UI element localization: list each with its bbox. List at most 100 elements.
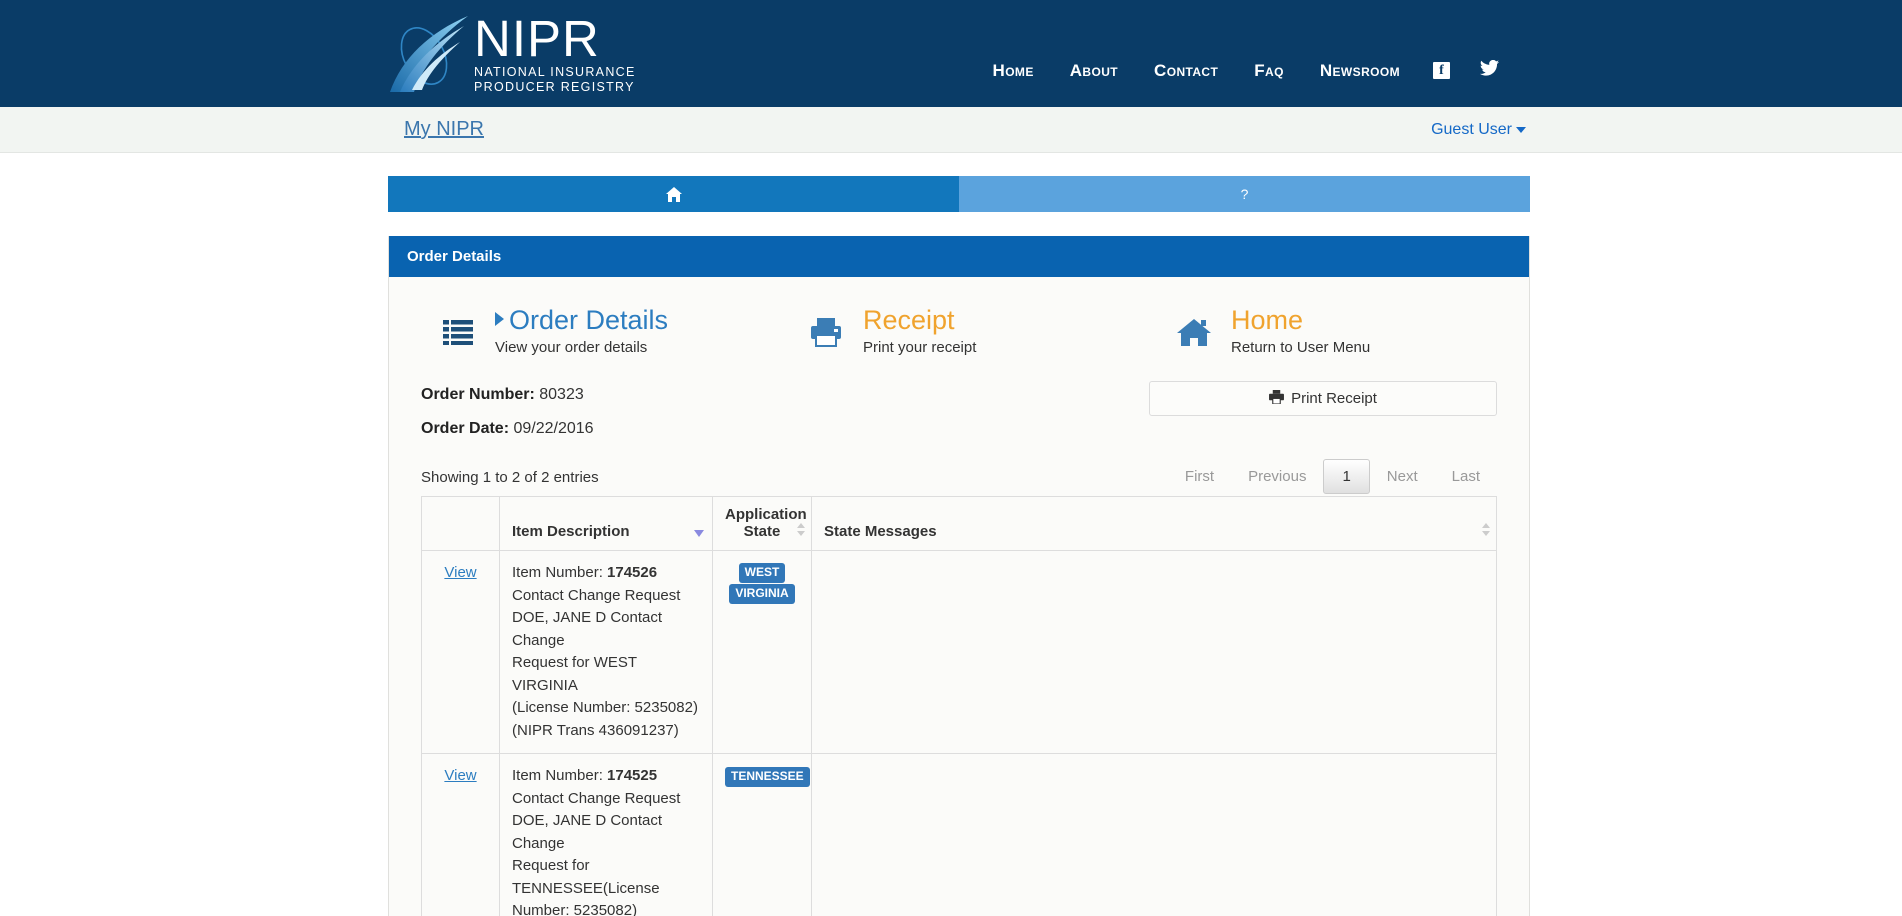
description-line: Contact Change Request bbox=[512, 789, 681, 807]
print-receipt-label: Print Receipt bbox=[1291, 390, 1377, 407]
action-receipt-title: Receipt bbox=[863, 305, 955, 335]
order-number-label: Order Number: bbox=[421, 386, 535, 403]
site-header: NIPR NATIONAL INSURANCE PRODUCER REGISTR… bbox=[0, 0, 1902, 107]
description-line: Number: 5235082) bbox=[512, 902, 638, 916]
nipr-tagline-line2: PRODUCER REGISTRY bbox=[474, 79, 635, 94]
row-view-cell: View bbox=[421, 753, 500, 916]
pagination-page-1[interactable]: 1 bbox=[1323, 459, 1370, 494]
description-line: (NIPR Trans 436091237) bbox=[512, 721, 679, 739]
pagination-next[interactable]: Next bbox=[1370, 459, 1435, 494]
chevron-down-icon bbox=[1516, 126, 1526, 133]
action-receipt[interactable]: Receipt Print your receipt bbox=[803, 305, 1171, 358]
action-shortcuts: Order Details View your order details Re… bbox=[407, 277, 1511, 376]
action-order-details[interactable]: Order Details View your order details bbox=[435, 305, 803, 358]
content-container: ? Order Details Order Details View your … bbox=[388, 176, 1530, 916]
user-menu[interactable]: Guest User bbox=[1431, 121, 1526, 139]
column-header-item-description[interactable]: Item Description bbox=[499, 496, 713, 551]
twitter-link[interactable] bbox=[1465, 59, 1514, 81]
datatable-top-controls: Showing 1 to 2 of 2 entries First Previo… bbox=[407, 454, 1511, 496]
my-nipr-link[interactable]: My NIPR bbox=[404, 118, 484, 141]
item-number-value: 174525 bbox=[607, 767, 658, 784]
list-icon bbox=[435, 319, 481, 345]
twitter-icon bbox=[1480, 59, 1499, 81]
row-view-cell: View bbox=[421, 550, 500, 754]
nav-contact[interactable]: Contact bbox=[1136, 61, 1236, 81]
table-row: View Item Number: 174526 Contact Change … bbox=[421, 550, 1497, 754]
nipr-swoosh-icon bbox=[386, 12, 472, 96]
user-menu-label: Guest User bbox=[1431, 121, 1512, 138]
pagination: First Previous 1 Next Last bbox=[1168, 459, 1497, 494]
main-navigation: Home About Contact FAQ Newsroom f bbox=[975, 59, 1515, 81]
nipr-wordmark: NIPR bbox=[474, 9, 600, 67]
status-badge: TENNESSEE bbox=[725, 767, 810, 787]
state-badge-group: WEST VIRGINIA bbox=[729, 562, 795, 604]
action-order-details-text: Order Details View your order details bbox=[495, 305, 668, 358]
tab-help[interactable]: ? bbox=[959, 176, 1530, 212]
order-date-line: Order Date: 09/22/2016 bbox=[421, 420, 1511, 438]
action-home-title: Home bbox=[1231, 305, 1304, 335]
description-line: DOE, JANE D Contact Change bbox=[512, 609, 663, 649]
status-badge: WEST bbox=[738, 563, 786, 583]
column-header-view[interactable] bbox=[421, 496, 500, 551]
pagination-previous[interactable]: Previous bbox=[1231, 459, 1323, 494]
printer-icon bbox=[1269, 389, 1285, 408]
column-header-state-messages-label: State Messages bbox=[824, 523, 937, 540]
column-header-state-messages[interactable]: State Messages bbox=[811, 496, 1497, 551]
action-receipt-subtitle: Print your receipt bbox=[863, 339, 977, 356]
view-link[interactable]: View bbox=[444, 564, 476, 581]
printer-icon bbox=[803, 317, 849, 347]
order-items-table: Item Description Application State State… bbox=[421, 496, 1497, 916]
row-application-state-cell: TENNESSEE bbox=[712, 753, 812, 916]
view-link[interactable]: View bbox=[444, 767, 476, 784]
nipr-tagline-line1: NATIONAL INSURANCE bbox=[474, 64, 636, 79]
table-body: View Item Number: 174526 Contact Change … bbox=[421, 550, 1497, 916]
action-receipt-text: Receipt Print your receipt bbox=[863, 305, 976, 358]
table-row: View Item Number: 174525 Contact Change … bbox=[421, 753, 1497, 916]
row-application-state-cell: WEST VIRGINIA bbox=[712, 550, 812, 754]
action-home[interactable]: Home Return to User Menu bbox=[1171, 305, 1370, 358]
column-header-application-state-label: Application State bbox=[725, 506, 807, 540]
order-number-value: 80323 bbox=[539, 386, 584, 403]
order-date-label: Order Date: bbox=[421, 420, 510, 437]
panel-body: Order Details View your order details Re… bbox=[389, 277, 1529, 916]
triangle-right-icon bbox=[495, 312, 504, 326]
panel-title: Order Details bbox=[389, 236, 1529, 277]
nav-about[interactable]: About bbox=[1052, 61, 1136, 81]
tab-home[interactable] bbox=[388, 176, 959, 212]
my-nipr-bar: My NIPR Guest User bbox=[0, 107, 1902, 153]
facebook-icon: f bbox=[1433, 62, 1450, 79]
action-order-details-title: Order Details bbox=[495, 305, 668, 335]
facebook-link[interactable]: f bbox=[1418, 62, 1465, 79]
print-receipt-button[interactable]: Print Receipt bbox=[1149, 381, 1497, 416]
row-item-description-cell: Item Number: 174526 Contact Change Reque… bbox=[499, 550, 713, 754]
nav-newsroom[interactable]: Newsroom bbox=[1302, 61, 1418, 81]
row-state-messages-cell bbox=[811, 753, 1497, 916]
home-icon bbox=[1171, 317, 1217, 347]
table-header-row: Item Description Application State State… bbox=[421, 496, 1497, 551]
pagination-last[interactable]: Last bbox=[1435, 459, 1497, 494]
description-line: Request for WEST VIRGINIA bbox=[512, 654, 637, 694]
description-line: (License Number: 5235082) bbox=[512, 699, 698, 716]
nipr-logo[interactable]: NIPR NATIONAL INSURANCE PRODUCER REGISTR… bbox=[386, 4, 636, 103]
column-header-application-state[interactable]: Application State bbox=[712, 496, 812, 551]
description-line: DOE, JANE D Contact Change bbox=[512, 812, 663, 852]
home-icon bbox=[665, 186, 682, 202]
order-date-value: 09/22/2016 bbox=[513, 420, 594, 437]
order-details-panel: Order Details Order Details View your or… bbox=[388, 236, 1530, 916]
nav-faq[interactable]: FAQ bbox=[1236, 61, 1302, 81]
sort-descending-icon bbox=[694, 530, 704, 537]
item-number-value: 174526 bbox=[607, 564, 658, 581]
order-info: Order Number: 80323 Order Date: 09/22/20… bbox=[407, 376, 1511, 454]
row-state-messages-cell bbox=[811, 550, 1497, 754]
item-number-line: Item Number: 174525 bbox=[512, 767, 658, 784]
question-mark-icon: ? bbox=[1240, 186, 1249, 202]
nav-home[interactable]: Home bbox=[975, 61, 1052, 81]
column-header-item-description-label: Item Description bbox=[512, 523, 630, 540]
item-number-line: Item Number: 174526 bbox=[512, 564, 658, 581]
pagination-first[interactable]: First bbox=[1168, 459, 1231, 494]
action-home-text: Home Return to User Menu bbox=[1231, 305, 1370, 358]
action-order-details-subtitle: View your order details bbox=[495, 339, 648, 356]
table-header: Item Description Application State State… bbox=[421, 496, 1497, 551]
description-line: Contact Change Request bbox=[512, 586, 681, 604]
sort-both-icon bbox=[1481, 523, 1490, 539]
